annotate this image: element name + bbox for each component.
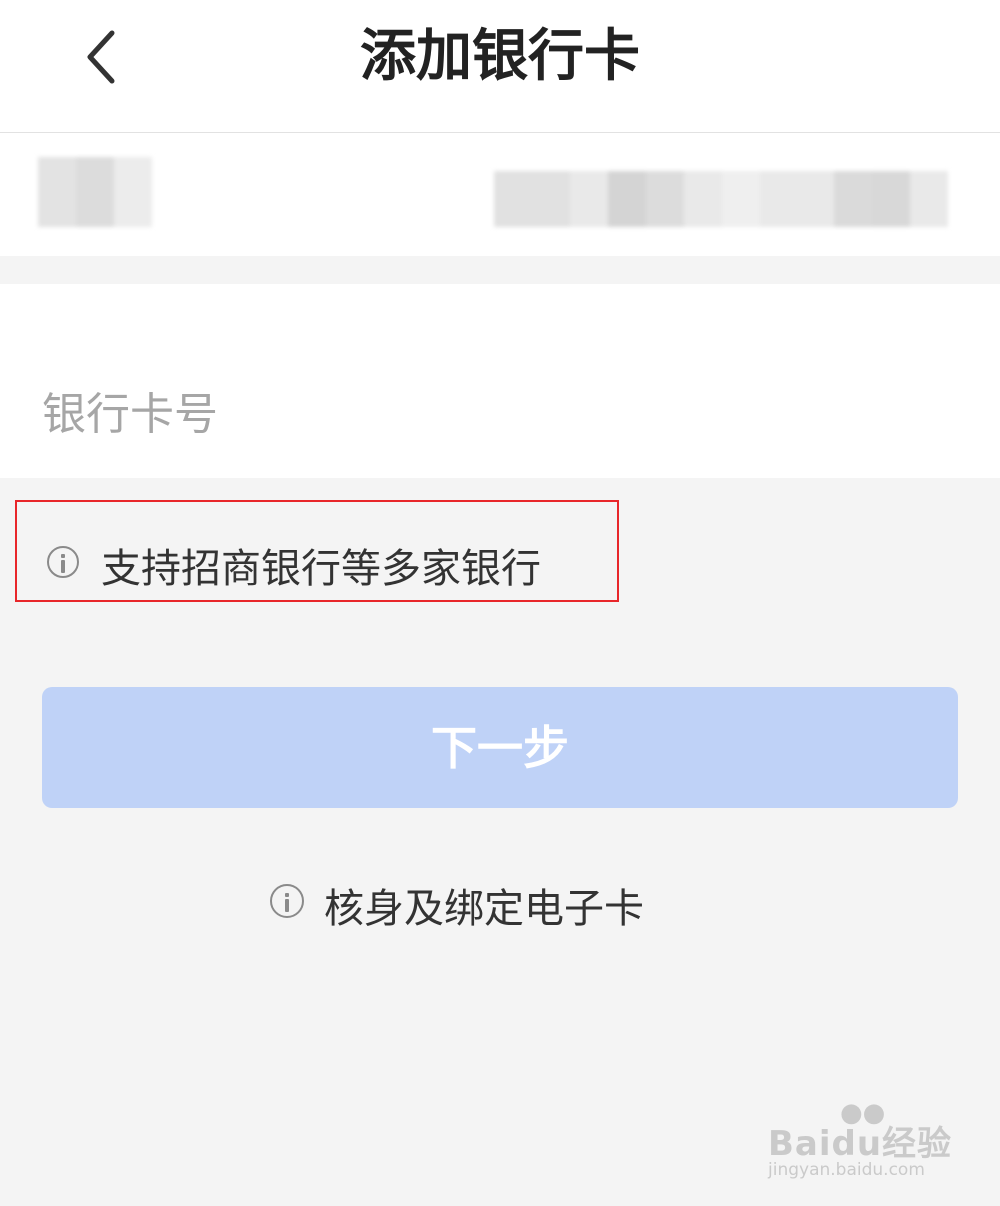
- masked-name: [38, 157, 152, 227]
- supported-banks-text: 支持招商银行等多家银行: [101, 546, 541, 592]
- info-icon: [47, 546, 79, 578]
- card-number-input[interactable]: [42, 382, 942, 446]
- card-number-section: [0, 284, 1000, 478]
- ekyc-link-text: 核身及绑定电子卡: [324, 886, 644, 932]
- supported-banks-notice: 支持招商银行等多家银行: [15, 500, 619, 602]
- header-bar: 添加银行卡: [0, 0, 1000, 133]
- baidu-watermark: ●● Baidu经验 jingyan.baidu.com: [762, 1098, 952, 1190]
- info-icon: [270, 884, 304, 918]
- page-title: 添加银行卡: [360, 24, 640, 89]
- account-holder-row: [0, 133, 1000, 256]
- chevron-left-icon: [87, 30, 115, 84]
- back-button[interactable]: [70, 22, 140, 92]
- watermark-url: jingyan.baidu.com: [768, 1160, 925, 1180]
- masked-account-info: [494, 171, 948, 227]
- next-step-button[interactable]: 下一步: [42, 687, 958, 808]
- ekyc-link-row: 核身及绑定电子卡: [0, 868, 1000, 934]
- watermark-brand: Baidu经验: [768, 1124, 953, 1164]
